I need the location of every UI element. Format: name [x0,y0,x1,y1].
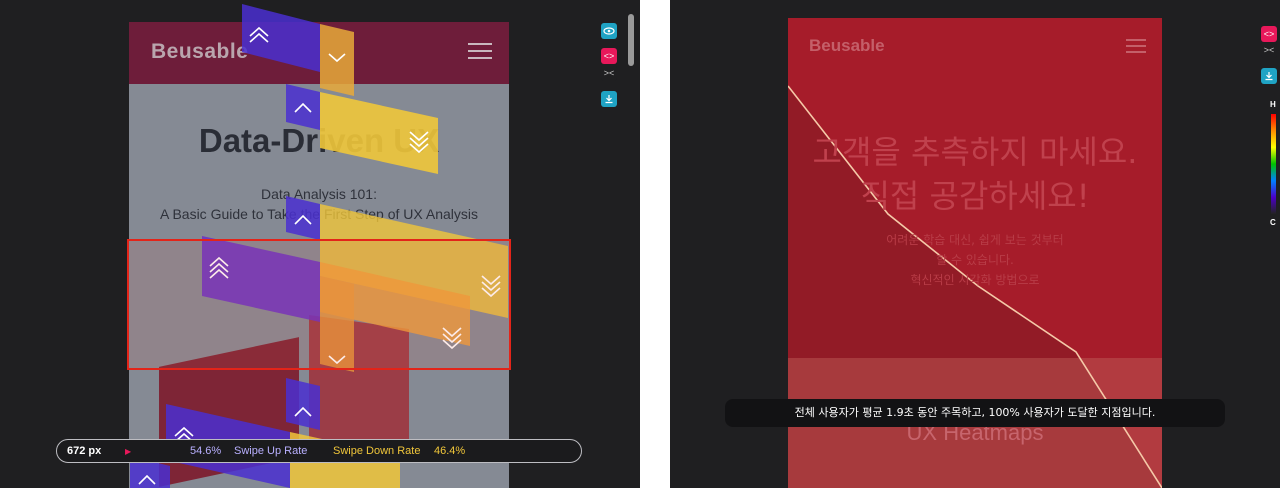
scrollbar[interactable] [627,12,635,472]
download-icon[interactable] [601,91,617,107]
hero-desc-line1: 어려운 학습 대신, 쉽게 보는 것부터 [886,233,1064,247]
pointer-icon: ▶ [125,447,132,456]
swipe-down-value: 46.4% [434,445,466,457]
hero-title-line1: 고객을 추측하지 마세요. [812,133,1138,171]
swipe-analysis-panel: Beusable Data-Driven UX Data Analysis 10… [0,0,640,488]
attention-heatmap-panel: Beusable 고객을 추측하지 마세요. 직접 공감하세요! 어려운 학습 … [670,0,1280,488]
download-icon[interactable] [1261,68,1277,84]
swipe-info-bar: 672 px ▶ 54.6% Swipe Up Rate Swipe Down … [56,439,582,463]
scrollbar-thumb[interactable] [628,14,634,66]
swipe-up-value: 54.6% [190,445,222,457]
scroll-position-label: 672 px [67,445,102,457]
heat-legend: H C [1268,100,1280,230]
hero-desc-line3: 혁신적인 시각화 방법으로 [910,273,1040,287]
legend-high-label: H [1270,100,1276,109]
legend-low-label: C [1270,218,1276,227]
collapse-icon[interactable]: >< [601,65,617,81]
eye-icon[interactable] [601,23,617,39]
attention-tooltip: 전체 사용자가 평균 1.9초 동안 주목하고, 100% 사용자가 도달한 지… [725,399,1225,427]
swipe-down-label: Swipe Down Rate [333,445,421,457]
hero-description: 어려운 학습 대신, 쉽게 보는 것부터 할 수 있습니다. 혁신적인 시각화 … [788,230,1162,290]
code-icon[interactable]: <> [601,48,617,64]
swipe-up-band [286,84,320,130]
selected-swipe-area[interactable] [127,239,511,370]
collapse-icon[interactable]: >< [1261,42,1277,58]
swipe-up-label: Swipe Up Rate [234,445,308,457]
legend-gradient [1271,114,1276,214]
hero-title-line2: 직접 공감하세요! [860,177,1090,215]
hero-title: 고객을 추측하지 마세요. 직접 공감하세요! [788,130,1162,218]
swipe-down-band [320,92,438,174]
code-icon[interactable]: <> [1261,26,1277,42]
swipe-up-band [286,378,320,430]
hero-desc-line2: 할 수 있습니다. [936,253,1014,267]
swipe-up-band [286,196,320,240]
